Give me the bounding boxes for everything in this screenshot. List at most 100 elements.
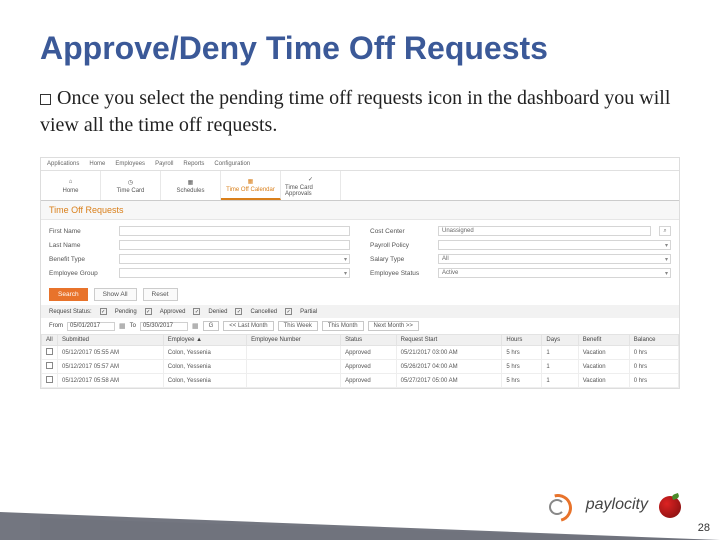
tab-label: Schedules	[176, 188, 204, 194]
cell-employee: Colon, Yessenia	[163, 374, 246, 388]
chevron-down-icon: ▾	[344, 256, 347, 263]
th-balance[interactable]: Balance	[629, 335, 678, 346]
tab-label: Time Card Approvals	[285, 185, 336, 197]
th-all[interactable]: All	[42, 335, 58, 346]
status-filter-row: Request Status: Pending Approved Denied …	[41, 305, 679, 318]
input-cost-center[interactable]: Unassigned	[438, 226, 651, 236]
menu-item[interactable]: Payroll	[155, 161, 173, 167]
cell-balance: 0 hrs	[629, 374, 678, 388]
status-option: Partial	[300, 309, 317, 315]
row-checkbox[interactable]	[46, 348, 53, 355]
th-days[interactable]: Days	[542, 335, 578, 346]
checkbox-approved[interactable]	[145, 308, 152, 315]
calendar-icon[interactable]: ▦	[119, 322, 126, 330]
cell-benefit: Vacation	[578, 374, 629, 388]
input-lastname[interactable]	[119, 240, 350, 250]
th-start[interactable]: Request Start	[396, 335, 502, 346]
calendar-off-icon: ▦	[245, 176, 257, 186]
label-employee-group: Employee Group	[49, 270, 111, 277]
cell-start: 05/27/2017 05:00 AM	[396, 374, 502, 388]
th-submitted[interactable]: Submitted	[58, 335, 164, 346]
tab-timecard-approvals[interactable]: ✓Time Card Approvals	[281, 171, 341, 200]
top-menu: Applications Home Employees Payroll Repo…	[41, 158, 679, 171]
search-button[interactable]: Search	[49, 288, 88, 301]
swirl-icon	[540, 490, 576, 520]
row-checkbox[interactable]	[46, 376, 53, 383]
cell-start: 05/26/2017 04:00 AM	[396, 360, 502, 374]
page-number: 28	[698, 522, 710, 534]
cell-empno	[247, 346, 341, 360]
from-label: From	[49, 323, 63, 329]
clock-icon: ◷	[125, 177, 137, 187]
tab-home[interactable]: ⌂Home	[41, 171, 101, 200]
next-month-button[interactable]: Next Month >>	[368, 321, 419, 331]
cell-hours: 5 hrs	[502, 360, 542, 374]
select-payroll-policy[interactable]: ▾	[438, 240, 671, 250]
th-benefit[interactable]: Benefit	[578, 335, 629, 346]
table-row[interactable]: 05/12/2017 05:57 AM Colon, Yessenia Appr…	[42, 360, 679, 374]
th-empno[interactable]: Employee Number	[247, 335, 341, 346]
menu-item[interactable]: Configuration	[214, 161, 250, 167]
tab-label: Time Off Calendar	[226, 187, 275, 193]
value-cost-center: Unassigned	[442, 228, 474, 234]
cell-days: 1	[542, 360, 578, 374]
row-checkbox[interactable]	[46, 362, 53, 369]
tab-schedules[interactable]: ▦Schedules	[161, 171, 221, 200]
checkbox-pending[interactable]	[100, 308, 107, 315]
menu-item[interactable]: Applications	[47, 161, 79, 167]
action-buttons: Search Show All Reset	[41, 284, 679, 305]
status-option: Pending	[115, 309, 137, 315]
calendar-icon[interactable]: ▦	[192, 322, 199, 330]
select-employee-status[interactable]: Active ▾	[438, 268, 671, 278]
table-row[interactable]: 05/12/2017 05:58 AM Colon, Yessenia Appr…	[42, 374, 679, 388]
menu-item[interactable]: Reports	[183, 161, 204, 167]
tab-timeoff-calendar[interactable]: ▦Time Off Calendar	[221, 171, 281, 200]
tab-timecard[interactable]: ◷Time Card	[101, 171, 161, 200]
search-icon[interactable]: ⌕	[659, 226, 671, 236]
cell-benefit: Vacation	[578, 360, 629, 374]
this-month-button[interactable]: This Month	[322, 321, 364, 331]
select-employee-group[interactable]: ▾	[119, 268, 350, 278]
cell-submitted: 05/12/2017 05:55 AM	[58, 346, 164, 360]
apple-icon	[658, 492, 684, 518]
check-icon: ✓	[305, 174, 317, 184]
cell-status: Approved	[341, 374, 397, 388]
tab-label: Time Card	[117, 188, 145, 194]
cell-submitted: 05/12/2017 05:57 AM	[58, 360, 164, 374]
cell-status: Approved	[341, 360, 397, 374]
cell-submitted: 05/12/2017 05:58 AM	[58, 374, 164, 388]
value-employee-status: Active	[442, 270, 458, 276]
cell-employee: Colon, Yessenia	[163, 360, 246, 374]
select-benefit-type[interactable]: ▾	[119, 254, 350, 264]
tab-label: Home	[62, 188, 78, 194]
status-option: Approved	[160, 309, 186, 315]
checkbox-cancelled[interactable]	[235, 308, 242, 315]
th-employee[interactable]: Employee ▲	[163, 335, 246, 346]
logo-text: paylocity	[586, 496, 648, 514]
tab-bar: ⌂Home ◷Time Card ▦Schedules ▦Time Off Ca…	[41, 171, 679, 201]
table-row[interactable]: 05/12/2017 05:55 AM Colon, Yessenia Appr…	[42, 346, 679, 360]
cell-benefit: Vacation	[578, 346, 629, 360]
chevron-down-icon: ▾	[665, 270, 668, 277]
select-salary-type[interactable]: All▾	[438, 254, 671, 264]
th-hours[interactable]: Hours	[502, 335, 542, 346]
menu-item[interactable]: Employees	[115, 161, 145, 167]
section-title: Time Off Requests	[41, 201, 679, 220]
cell-days: 1	[542, 346, 578, 360]
this-week-button[interactable]: This Week	[278, 321, 318, 331]
reset-button[interactable]: Reset	[143, 288, 178, 301]
from-date-input[interactable]: 05/01/2017	[67, 322, 115, 331]
checkbox-denied[interactable]	[193, 308, 200, 315]
body-text: Once you select the pending time off req…	[40, 87, 670, 136]
input-firstname[interactable]	[119, 226, 350, 236]
go-button[interactable]: G	[203, 321, 220, 331]
th-status[interactable]: Status	[341, 335, 397, 346]
label-lastname: Last Name	[49, 242, 111, 249]
to-date-input[interactable]: 05/30/2017	[140, 322, 188, 331]
last-month-button[interactable]: << Last Month	[223, 321, 273, 331]
checkbox-partial[interactable]	[285, 308, 292, 315]
label-salary-type: Salary Type	[370, 256, 430, 263]
showall-button[interactable]: Show All	[94, 288, 137, 301]
label-payroll-policy: Payroll Policy	[370, 242, 430, 249]
menu-item[interactable]: Home	[89, 161, 105, 167]
